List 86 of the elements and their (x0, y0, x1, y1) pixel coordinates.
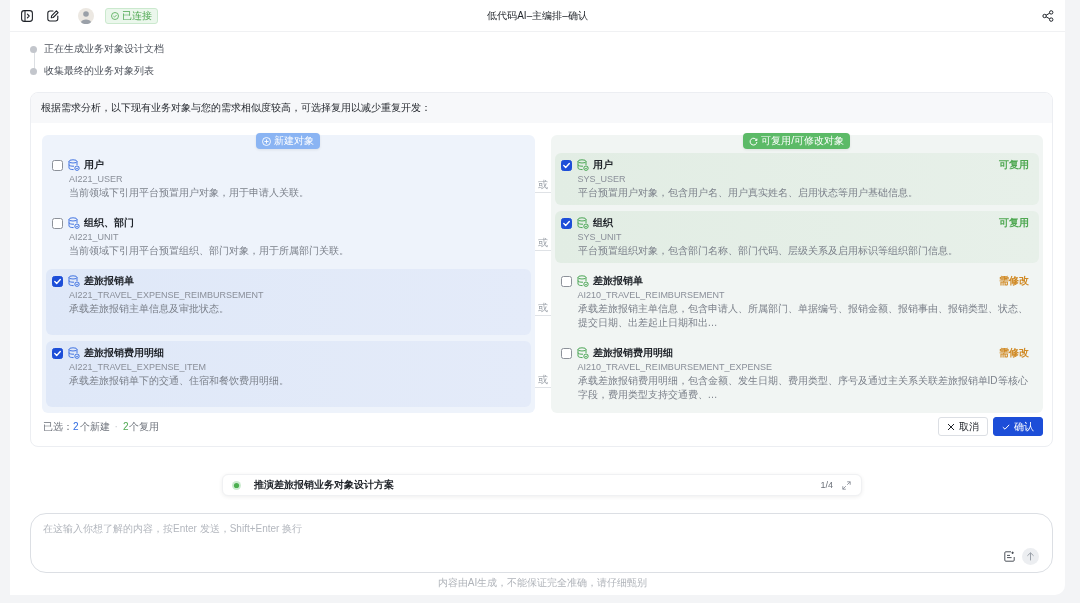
confirm-button[interactable]: 确认 (993, 417, 1043, 436)
object-description: 平台预置组织对象，包含部门名称、部门代码、层级关系及启用标识等组织部门信息。 (577, 244, 959, 258)
object-card[interactable]: 差旅报销费用明细 AI221_TRAVEL_EXPENSE_ITEM 承载差旅报销单下的交通、住宿和餐饮费用明细。 (46, 341, 531, 407)
plus-circle-icon (262, 136, 272, 146)
step-label: 收集最终的业务对象列表 (44, 64, 154, 78)
message-input[interactable]: 在这输入你想了解的内容，按Enter 发送，Shift+Enter 换行 (30, 513, 1053, 573)
object-description: 承载差旅报销主单信息及审批状态。 (69, 302, 230, 316)
checkbox[interactable] (52, 275, 63, 287)
cancel-button[interactable]: 取消 (938, 417, 988, 436)
or-connector: 或 (534, 237, 551, 251)
checkbox[interactable] (52, 217, 63, 229)
object-status-tag: 需修改 (999, 346, 1029, 360)
status-dot-icon (232, 480, 241, 490)
close-icon (947, 422, 955, 431)
page-title: 低代码AI–主编排–确认 (487, 8, 588, 23)
object-name: 差旅报销费用明细 (84, 346, 164, 360)
checkbox[interactable] (560, 159, 572, 171)
checkbox[interactable] (560, 217, 572, 229)
object-card[interactable]: 组织、部门 AI221_UNIT 当前领域下引用平台预置组织、部门对象，用于所属部门关联。 (46, 211, 531, 263)
database-icon (68, 217, 80, 229)
arrow-up-icon (1026, 552, 1035, 561)
object-code: SYS_UNIT (577, 231, 623, 243)
comparison-prompt: 根据需求分析，以下现有业务对象与您的需求相似度较高，可选择复用以减少重复开发： (31, 93, 1052, 123)
object-description: 当前领域下引用平台预置组织、部门对象，用于所属部门关联。 (69, 244, 350, 258)
object-card[interactable]: 差旅报销单 AI221_TRAVEL_EXPENSE_REIMBURSEMENT 承载差旅报销主单信息及审批状态。 (46, 269, 531, 335)
object-card[interactable]: 差旅报销费用明细 需修改 AI210_TRAVEL_REIMBURSEMENT_EXPENSE 承载差旅报销费用明细，包含金额、发生日期、费用类型、序号及通过主关系关联差旅报销单ID等核心字段，费用类型支持交通费、… (554, 341, 1039, 407)
suggestion-title: 推演差旅报销业务对象设计方案 (254, 478, 394, 492)
object-description: 承载差旅报销主单信息，包含申请人、所属部门、单据编号、报销金额、报销事由、报销类型、状态、提交日期、出差起止日期和出… (577, 302, 1029, 330)
database-icon (576, 275, 589, 287)
object-name: 组织、部门 (84, 216, 134, 230)
ai-disclaimer: 内容由AI生成，不能保证完全准确，请仔细甄别 (436, 577, 649, 589)
page-counter: 1/4 (820, 479, 833, 491)
step-dot-icon (30, 67, 37, 75)
object-status-tag: 可复用 (999, 158, 1029, 172)
step-label: 正在生成业务对象设计文档 (44, 42, 164, 56)
database-icon (68, 347, 80, 359)
sidebar-toggle-icon[interactable] (21, 9, 33, 22)
connection-status-label: 已连接 (122, 9, 152, 22)
section-title: 可复用/可修改对象 (761, 135, 845, 147)
step-dot-icon (30, 45, 37, 53)
edit-icon[interactable] (47, 9, 59, 22)
object-name: 用户 (592, 158, 613, 172)
object-code: AI221_UNIT (69, 231, 120, 243)
check-icon (1002, 422, 1010, 431)
object-status-tag: 可复用 (999, 216, 1029, 230)
database-icon (576, 159, 589, 171)
avatar (78, 7, 94, 24)
check-circle-icon (111, 11, 119, 20)
object-description: 当前领域下引用平台预置用户对象，用于申请人关联。 (69, 186, 310, 200)
share-icon[interactable] (1042, 9, 1054, 22)
object-description: 平台预置用户对象，包含用户名、用户真实姓名、启用状态等用户基础信息。 (577, 186, 919, 200)
object-card[interactable]: 用户 AI221_USER 当前领域下引用平台预置用户对象，用于申请人关联。 (46, 153, 531, 205)
database-icon (68, 159, 80, 171)
object-name: 差旅报销费用明细 (592, 346, 673, 360)
database-icon (68, 275, 80, 287)
note-icon[interactable] (1004, 551, 1015, 562)
checkbox[interactable] (52, 347, 63, 359)
object-card[interactable]: 用户 可复用 SYS_USER 平台预置用户对象，包含用户名、用户真实姓名、启用状态等用户基础信息。 (554, 153, 1039, 205)
object-code: AI221_TRAVEL_EXPENSE_ITEM (69, 361, 207, 373)
section-title: 新建对象 (274, 135, 315, 147)
or-connector: 或 (534, 302, 551, 316)
refresh-icon (749, 136, 759, 146)
object-code: SYS_USER (577, 173, 627, 185)
object-name: 组织 (592, 216, 613, 230)
or-connector: 或 (534, 374, 551, 388)
checkbox[interactable] (560, 275, 572, 287)
object-name: 用户 (84, 158, 104, 172)
object-code: AI210_TRAVEL_REIMBURSEMENT (577, 289, 726, 301)
object-card[interactable]: 组织 可复用 SYS_UNIT 平台预置组织对象，包含部门名称、部门代码、层级关系及启用标识等组织部门信息。 (554, 211, 1039, 263)
object-status-tag: 需修改 (999, 274, 1029, 288)
object-card[interactable]: 差旅报销单 需修改 AI210_TRAVEL_REIMBURSEMENT 承载差旅报销主单信息，包含申请人、所属部门、单据编号、报销金额、报销事由、报销类型、状态、提交日期、出差起止日期和出… (554, 269, 1039, 335)
object-code: AI210_TRAVEL_REIMBURSEMENT_EXPENSE (577, 361, 773, 373)
suggestion-card[interactable]: 推演差旅报销业务对象设计方案 1/4 (222, 474, 862, 496)
object-description: 承载差旅报销费用明细，包含金额、发生日期、费用类型、序号及通过主关系关联差旅报销单ID等核心字段，费用类型支持交通费、… (577, 374, 1029, 402)
object-code: AI221_USER (69, 173, 124, 185)
object-description: 承载差旅报销单下的交通、住宿和餐饮费用明细。 (69, 374, 290, 388)
database-icon (576, 217, 589, 229)
checkbox[interactable] (52, 159, 63, 171)
object-code: AI221_TRAVEL_EXPENSE_REIMBURSEMENT (69, 289, 265, 301)
database-icon (576, 347, 589, 359)
checkbox[interactable] (560, 347, 572, 359)
selection-summary: 已选：2个新建 · 2个复用 (42, 419, 160, 434)
object-name: 差旅报销单 (84, 274, 134, 288)
expand-icon[interactable] (842, 480, 851, 490)
or-connector: 或 (534, 179, 551, 193)
object-name: 差旅报销单 (592, 274, 643, 288)
